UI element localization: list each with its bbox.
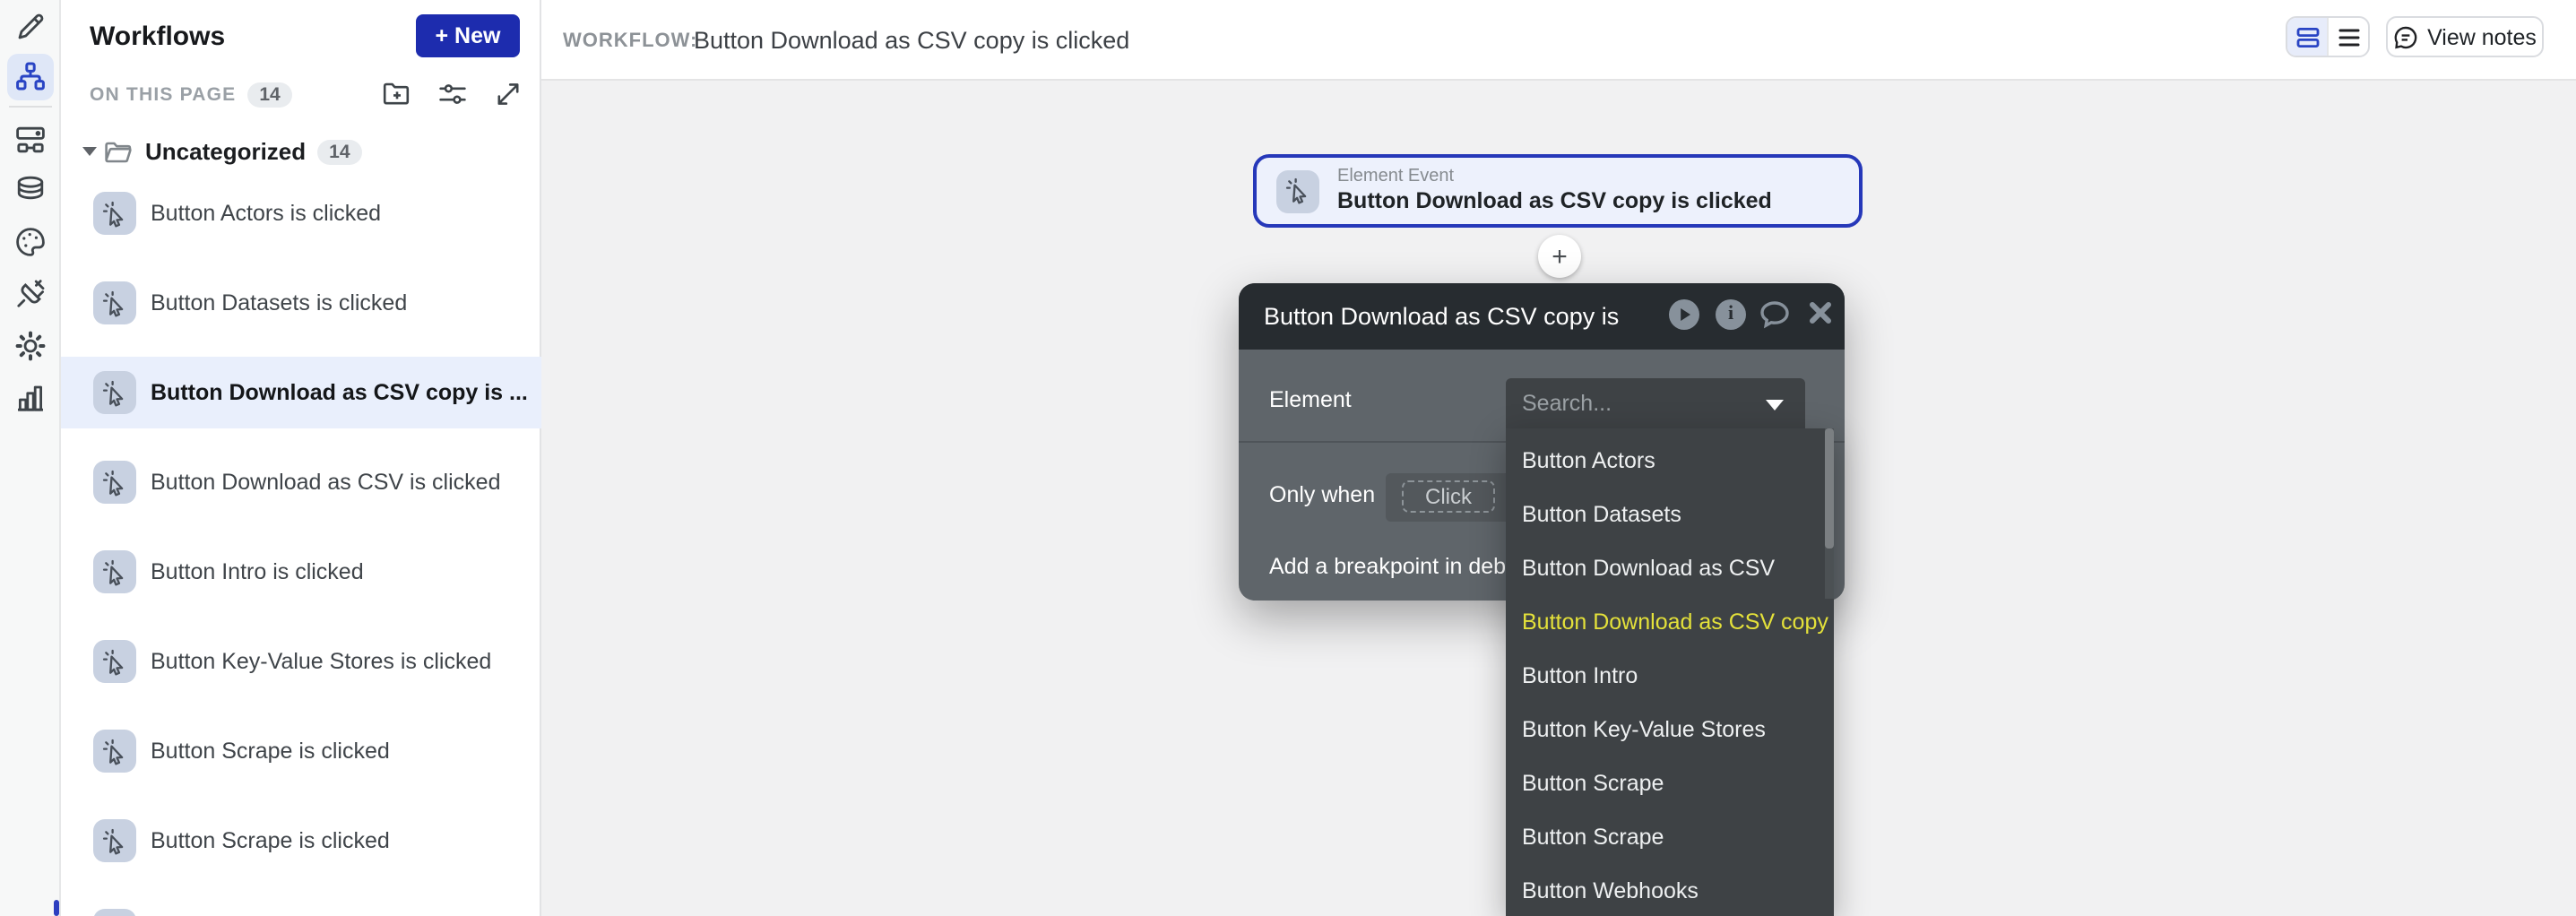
element-label: Element	[1269, 387, 1352, 412]
workflow-list-item[interactable]: Button Intro is clicked	[61, 536, 541, 608]
folder-group-uncategorized[interactable]: Uncategorized 14	[75, 133, 363, 170]
workflow-list-item[interactable]: Button Actors is clicked	[61, 177, 541, 249]
workflows-sidebar: Workflows + New ON THIS PAGE 14 Uncatego…	[61, 0, 541, 916]
left-icon-rail	[0, 0, 61, 916]
workflow-list-item[interactable]: Button Datasets is clicked	[61, 267, 541, 339]
workflow-item-label: Button Intro is clicked	[151, 536, 364, 608]
workflow-item-label: Button Actors is clicked	[151, 177, 381, 249]
workflow-list-item[interactable]: Button Download as CSV copy is ...	[61, 357, 541, 428]
event-card-title: Button Download as CSV copy is clicked	[1337, 188, 1772, 213]
sidebar-toolbar	[382, 79, 523, 109]
breakpoint-link[interactable]: Add a breakpoint in deb	[1269, 554, 1515, 579]
workflow-item-label: Button Key-Value Stores is clicked	[151, 626, 491, 697]
popup-title: Button Download as CSV copy is	[1264, 283, 1619, 350]
expand-icon[interactable]	[493, 79, 523, 109]
dropdown-option[interactable]: Button Download as CSV	[1506, 540, 1834, 594]
folder-icon	[104, 139, 133, 164]
view-notes-button[interactable]: View notes	[2386, 16, 2544, 57]
dropdown-option[interactable]: Button Intro	[1506, 648, 1834, 702]
sidebar-scrollbar[interactable]	[54, 900, 59, 916]
on-this-page-label: ON THIS PAGE	[90, 83, 236, 105]
search-placeholder: Search...	[1522, 377, 1612, 428]
workflow-list-item[interactable]: Button Scrape is clicked	[61, 805, 541, 877]
dropdown-caret-icon	[1766, 399, 1784, 410]
workflow-label: WORKFLOW:	[563, 0, 697, 81]
notes-bubble-icon	[2393, 24, 2418, 49]
dropdown-option[interactable]: Button Webhooks	[1506, 863, 1834, 916]
play-icon[interactable]	[1669, 298, 1699, 329]
list-view-icon[interactable]	[2327, 18, 2368, 56]
click-condition-chip[interactable]: Click	[1402, 480, 1495, 513]
workflow-list-item[interactable]	[61, 894, 541, 916]
element-select-input[interactable]: Search...	[1506, 377, 1805, 428]
on-this-page-row: ON THIS PAGE 14	[90, 81, 293, 108]
popup-titlebar[interactable]: Button Download as CSV copy is i	[1239, 283, 1845, 350]
workflow-item-label: Button Datasets is clicked	[151, 267, 407, 339]
dropdown-option[interactable]: Button Key-Value Stores	[1506, 702, 1834, 756]
gear-icon[interactable]	[7, 323, 54, 369]
chevron-down-icon[interactable]	[82, 147, 97, 156]
on-this-page-count: 14	[246, 82, 292, 107]
dropdown-option[interactable]: Button Datasets	[1506, 487, 1834, 540]
dropdown-scroll-thumb[interactable]	[1824, 428, 1833, 549]
only-when-field[interactable]: Click	[1386, 473, 1526, 522]
element-event-card[interactable]: Element Event Button Download as CSV cop…	[1253, 154, 1863, 228]
dropdown-option[interactable]: Button Scrape	[1506, 756, 1834, 809]
folder-count: 14	[316, 139, 362, 164]
workflow-list-item[interactable]: Button Key-Value Stores is clicked	[61, 626, 541, 697]
info-icon[interactable]: i	[1716, 298, 1746, 329]
chart-icon[interactable]	[7, 375, 54, 421]
workflow-item-label: Button Scrape is clicked	[151, 715, 390, 787]
cursor-click-icon	[93, 819, 136, 862]
add-step-button[interactable]: +	[1538, 235, 1581, 278]
database-icon[interactable]	[7, 167, 54, 213]
workflows-icon[interactable]	[7, 54, 54, 100]
workflow-item-label: Button Scrape is clicked	[151, 805, 390, 877]
cursor-click-icon	[1276, 169, 1319, 212]
workflow-item-label: Button Download as CSV copy is ...	[151, 357, 527, 428]
folder-plus-icon[interactable]	[382, 79, 412, 109]
dropdown-option[interactable]: Button Download as CSV copy	[1506, 594, 1834, 648]
workflow-item-label: Button Download as CSV is clicked	[151, 446, 500, 518]
cursor-click-icon	[93, 461, 136, 504]
sliders-icon[interactable]	[437, 79, 468, 109]
workflow-list-item[interactable]: Button Scrape is clicked	[61, 715, 541, 787]
folder-name: Uncategorized	[145, 138, 306, 165]
workflow-editor: Workflows + New ON THIS PAGE 14 Uncatego…	[0, 0, 2576, 916]
rail-divider	[9, 106, 52, 108]
palette-icon[interactable]	[7, 219, 54, 265]
only-when-label: Only when	[1269, 482, 1375, 507]
view-notes-label: View notes	[2427, 24, 2537, 49]
sidebar-title: Workflows	[90, 22, 225, 52]
cursor-click-icon	[93, 550, 136, 593]
close-icon[interactable]	[1807, 298, 1837, 329]
workflow-title: Button Download as CSV copy is clicked	[694, 0, 1129, 81]
workflow-list-item[interactable]: Button Download as CSV is clicked	[61, 446, 541, 518]
plug-icon[interactable]	[7, 271, 54, 317]
dropdown-option[interactable]: Button Actors	[1506, 433, 1834, 487]
cursor-click-icon	[93, 281, 136, 324]
components-icon[interactable]	[7, 117, 54, 163]
cursor-click-icon	[93, 192, 136, 235]
view-toggle	[2286, 16, 2370, 57]
cursor-click-icon	[93, 730, 136, 773]
workflow-header: WORKFLOW: Button Download as CSV copy is…	[541, 0, 2576, 81]
cursor-click-icon	[93, 909, 136, 916]
cursor-click-icon	[93, 640, 136, 683]
new-workflow-button[interactable]: + New	[416, 14, 520, 57]
cards-view-icon[interactable]	[2287, 18, 2327, 56]
element-dropdown-list: Button ActorsButton DatasetsButton Downl…	[1506, 428, 1834, 916]
pencil-icon[interactable]	[7, 4, 54, 50]
event-type-label: Element Event	[1337, 167, 1454, 186]
dropdown-option[interactable]: Button Scrape	[1506, 809, 1834, 863]
cursor-click-icon	[93, 371, 136, 414]
comment-icon[interactable]	[1759, 298, 1789, 329]
